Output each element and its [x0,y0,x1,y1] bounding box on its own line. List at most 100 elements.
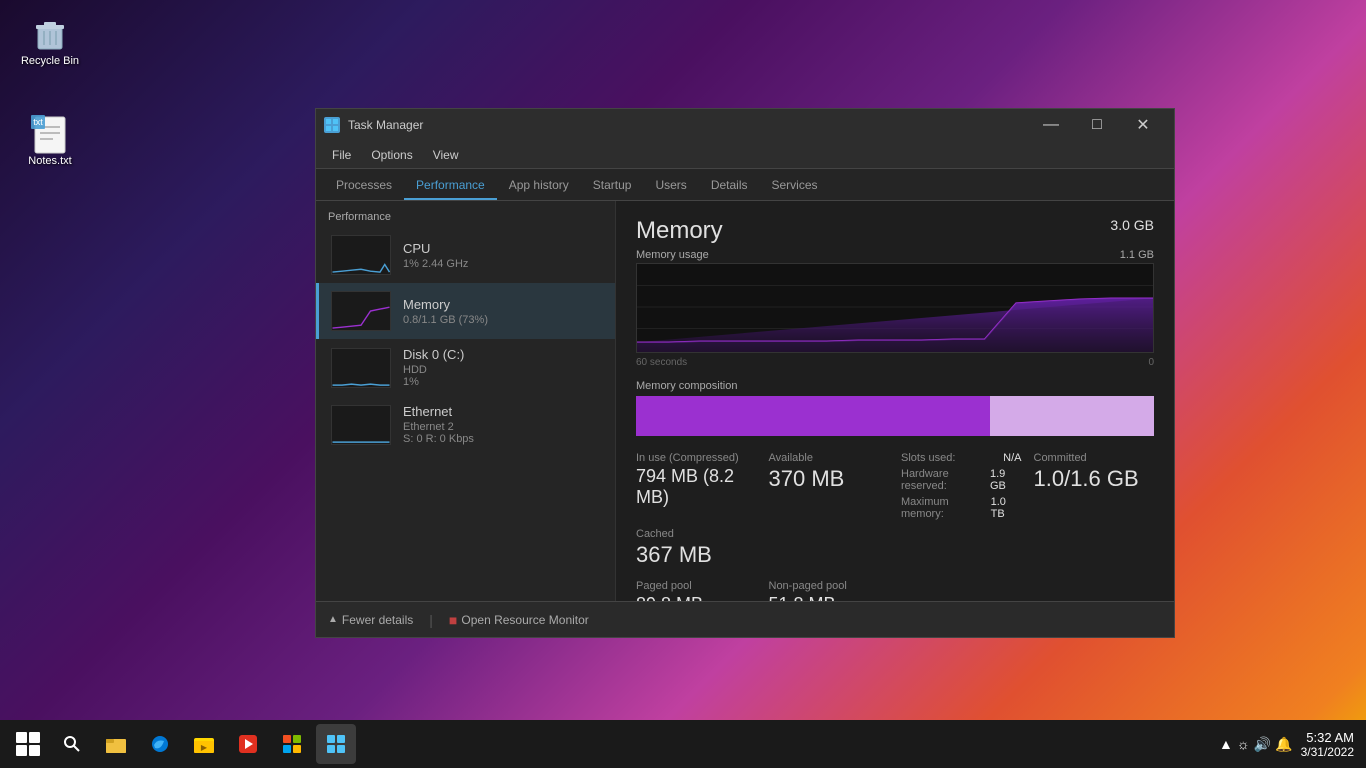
maximize-button[interactable]: □ [1074,109,1120,141]
desktop-icon-recycle-bin[interactable]: Recycle Bin [10,10,90,72]
available-label: Available [769,452,890,464]
max-memory-value: 1.0 TB [991,496,1022,520]
window-controls: — □ ✕ [1028,109,1166,141]
graph-time-left: 60 seconds [636,357,687,368]
graph-time-right: 0 [1148,357,1154,368]
stat-paged: Paged pool 89.8 MB [636,580,757,601]
stat-slots: Slots used: N/A Hardware reserved: 1.9 G… [901,452,1022,520]
edge-button[interactable] [140,724,180,764]
main-content: Performance CPU 1% 2.44 GHz [316,201,1174,601]
windows-logo-icon [16,732,40,756]
media-player-icon [239,735,257,753]
hw-reserved-row: Hardware reserved: 1.9 GB [901,468,1022,492]
sidebar-item-disk[interactable]: Disk 0 (C:) HDD 1% [316,339,615,396]
close-button[interactable]: ✕ [1120,109,1166,141]
menu-file[interactable]: File [324,144,359,166]
tab-users[interactable]: Users [643,172,698,200]
resource-monitor-icon: ■ [449,612,457,628]
task-manager-taskbar-icon [327,735,345,753]
graph-time-labels: 60 seconds 0 [636,357,1154,368]
panel-title: Memory [636,217,723,245]
tray-expand-icon[interactable]: ▲ [1219,736,1233,752]
file-explorer-button[interactable] [96,724,136,764]
committed-value: 1.0/1.6 GB [1034,466,1155,492]
task-manager-window: Task Manager — □ ✕ File Options View Pro… [315,108,1175,638]
open-resource-monitor-button[interactable]: ■ Open Resource Monitor [449,612,589,628]
panel-header: Memory 3.0 GB [636,217,1154,245]
sidebar-item-ethernet[interactable]: Ethernet Ethernet 2 S: 0 R: 0 Kbps [316,396,615,453]
taskbar-right: ▲ ☼ 🔊 🔔 5:32 AM 3/31/2022 [1207,730,1366,759]
tm-app-icon [324,117,340,133]
file-explorer-icon [106,735,126,753]
taskbar: ▶ [0,720,1366,768]
sidebar-item-memory[interactable]: Memory 0.8/1.1 GB (73%) [316,283,615,339]
stat-committed: Committed 1.0/1.6 GB [1034,452,1155,520]
system-tray-icons: ▲ ☼ 🔊 🔔 [1219,736,1293,753]
title-bar[interactable]: Task Manager — □ ✕ [316,109,1174,141]
cpu-info: CPU 1% 2.44 GHz [403,241,603,270]
tab-services[interactable]: Services [760,172,830,200]
desktop-icon-notes[interactable]: txt Notes.txt [10,110,90,172]
tab-performance[interactable]: Performance [404,172,497,200]
non-paged-value: 51.8 MB [769,594,890,601]
start-button[interactable] [8,724,48,764]
memory-detail: 0.8/1.1 GB (73%) [403,314,603,326]
performance-sidebar: Performance CPU 1% 2.44 GHz [316,201,616,601]
paged-pool-label: Paged pool [636,580,757,592]
usage-label: Memory usage 1.1 GB [636,249,1154,261]
search-button[interactable] [52,724,92,764]
usage-value: 1.1 GB [1120,249,1154,261]
fewer-details-label: Fewer details [342,613,413,627]
stat-available: Available 370 MB [769,452,890,520]
paged-pool-value: 89.8 MB [636,594,757,601]
disk-name: Disk 0 (C:) [403,347,603,362]
tab-details[interactable]: Details [699,172,760,200]
hw-reserved-label: Hardware reserved: [901,468,990,492]
network-icon[interactable]: ☼ [1237,736,1250,752]
sidebar-item-cpu[interactable]: CPU 1% 2.44 GHz [316,227,615,283]
panel-capacity: 3.0 GB [1110,217,1154,233]
minimize-button[interactable]: — [1028,109,1074,141]
svg-text:txt: txt [33,117,43,127]
tab-bar: Processes Performance App history Startu… [316,169,1174,201]
memory-usage-graph [636,263,1154,353]
max-memory-row: Maximum memory: 1.0 TB [901,496,1022,520]
tab-startup[interactable]: Startup [581,172,644,200]
menu-options[interactable]: Options [363,144,420,166]
clock[interactable]: 5:32 AM 3/31/2022 [1301,730,1354,759]
hw-reserved-value: 1.9 GB [990,468,1022,492]
ethernet-info: Ethernet Ethernet 2 S: 0 R: 0 Kbps [403,404,603,445]
composition-label: Memory composition [636,380,1154,392]
store-button[interactable] [272,724,312,764]
file-manager-button[interactable]: ▶ [184,724,224,764]
ethernet-mini-graph [331,405,391,445]
file-manager-icon: ▶ [194,735,214,753]
sidebar-header: Performance [316,201,615,227]
media-player-button[interactable] [228,724,268,764]
tab-processes[interactable]: Processes [324,172,404,200]
stat-in-use: In use (Compressed) 794 MB (8.2 MB) [636,452,757,520]
stat-cached: Cached 367 MB [636,528,757,568]
taskbar-time: 5:32 AM [1301,730,1354,745]
stat-non-paged: Non-paged pool 51.8 MB [769,580,890,601]
tab-app-history[interactable]: App history [497,172,581,200]
slots-value: N/A [1003,452,1021,464]
notification-icon[interactable]: 🔔 [1275,736,1292,753]
cpu-name: CPU [403,241,603,256]
notes-label: Notes.txt [28,155,71,167]
slots-row: Slots used: N/A [901,452,1022,464]
max-memory-label: Maximum memory: [901,496,991,520]
edge-icon [151,735,169,753]
memory-info: Memory 0.8/1.1 GB (73%) [403,297,603,326]
volume-icon[interactable]: 🔊 [1254,736,1271,753]
menu-bar: File Options View [316,141,1174,169]
menu-view[interactable]: View [425,144,467,166]
task-manager-taskbar-button[interactable] [316,724,356,764]
memory-name: Memory [403,297,603,312]
disk-info: Disk 0 (C:) HDD 1% [403,347,603,388]
fewer-details-button[interactable]: ▲ Fewer details [328,613,413,627]
ethernet-name: Ethernet [403,404,603,419]
cached-value: 367 MB [636,542,757,568]
in-use-value: 794 MB (8.2 MB) [636,466,757,508]
disk-mini-graph [331,348,391,388]
